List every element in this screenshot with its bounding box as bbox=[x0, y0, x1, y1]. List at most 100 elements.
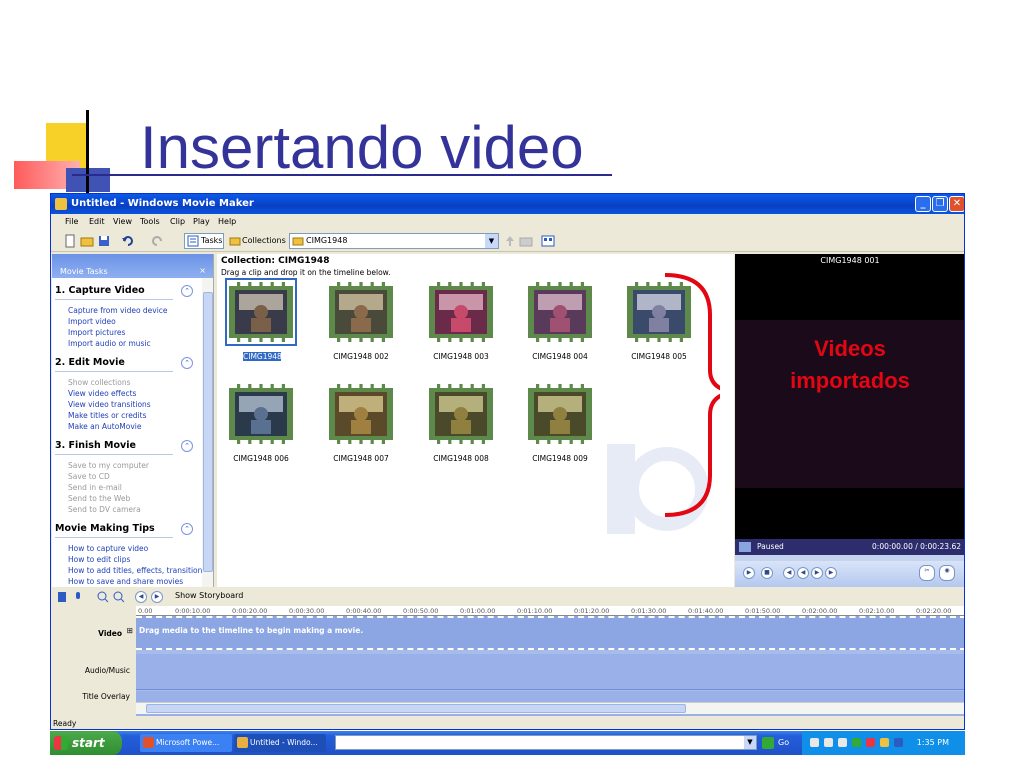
maximize-button[interactable]: ❐ bbox=[932, 196, 948, 212]
bluetooth-icon[interactable] bbox=[894, 738, 903, 747]
menu-view[interactable]: View bbox=[113, 217, 132, 226]
link-how-edit[interactable]: How to edit clips bbox=[68, 555, 130, 564]
tasks-scrollbar[interactable] bbox=[202, 278, 213, 587]
show-storyboard-button[interactable]: Show Storyboard bbox=[175, 591, 243, 600]
menu-file[interactable]: File bbox=[65, 217, 78, 226]
link-make-titles[interactable]: Make titles or credits bbox=[68, 411, 147, 420]
clip-thumbnail[interactable] bbox=[528, 282, 592, 342]
clip-label[interactable]: CIMG1948 007 bbox=[316, 454, 406, 463]
rewind-icon[interactable]: ◀ bbox=[797, 567, 809, 579]
timeline-tracks[interactable]: Drag media to the timeline to begin maki… bbox=[136, 616, 964, 716]
clip-thumbnail[interactable] bbox=[329, 282, 393, 342]
scrollbar-thumb[interactable] bbox=[146, 704, 686, 713]
tray-app-icon[interactable] bbox=[866, 738, 875, 747]
link-import-audio[interactable]: Import audio or music bbox=[68, 339, 151, 348]
collection-select[interactable]: CIMG1948 ▼ bbox=[289, 233, 499, 249]
red-brace-annotation bbox=[664, 273, 720, 517]
go-button[interactable]: Go bbox=[762, 735, 794, 751]
open-folder-icon[interactable] bbox=[80, 234, 94, 248]
menu-play[interactable]: Play bbox=[193, 217, 210, 226]
zoom-out-icon[interactable] bbox=[113, 591, 125, 603]
clip-label[interactable]: CIMG1948 004 bbox=[515, 352, 605, 361]
close-button[interactable]: ✕ bbox=[949, 196, 964, 212]
timeline-scrollbar[interactable] bbox=[136, 702, 964, 714]
clip-thumbnail[interactable] bbox=[528, 384, 592, 444]
menu-clip[interactable]: Clip bbox=[170, 217, 185, 226]
split-clip-icon[interactable]: ✂ bbox=[919, 565, 935, 581]
chevron-down-icon[interactable]: ▼ bbox=[485, 234, 498, 248]
start-button[interactable]: start bbox=[50, 731, 122, 755]
link-view-video-transitions[interactable]: View video transitions bbox=[68, 400, 151, 409]
previous-frame-icon[interactable]: ◀ bbox=[783, 567, 795, 579]
next-frame-icon[interactable]: ▶ bbox=[825, 567, 837, 579]
link-import-video[interactable]: Import video bbox=[68, 317, 116, 326]
up-folder-icon[interactable] bbox=[503, 234, 517, 248]
rewind-timeline-icon[interactable]: ◀ bbox=[135, 591, 147, 603]
clip-label[interactable]: CIMG1948 003 bbox=[416, 352, 506, 361]
help-icon[interactable] bbox=[810, 738, 819, 747]
back-arrow-icon[interactable] bbox=[838, 738, 847, 747]
clip-label[interactable]: CIMG1948 008 bbox=[416, 454, 506, 463]
clip-thumbnail[interactable] bbox=[429, 384, 493, 444]
stop-icon[interactable]: ■ bbox=[761, 567, 773, 579]
taskbar-item-powerpoint[interactable]: Microsoft Powe... bbox=[140, 734, 232, 752]
window-titlebar[interactable]: Untitled - Windows Movie Maker _ ❐ ✕ bbox=[51, 194, 964, 214]
narrate-microphone-icon[interactable] bbox=[73, 591, 83, 603]
clip-thumbnail[interactable] bbox=[429, 282, 493, 342]
video-track[interactable]: Drag media to the timeline to begin maki… bbox=[136, 616, 964, 650]
menu-tools[interactable]: Tools bbox=[140, 217, 160, 226]
tray-app-icon[interactable] bbox=[852, 738, 861, 747]
new-folder-icon[interactable] bbox=[519, 234, 533, 248]
section-edit-movie[interactable]: 2. Edit Movie bbox=[55, 357, 125, 368]
fast-forward-icon[interactable]: ▶ bbox=[811, 567, 823, 579]
zoom-in-icon[interactable] bbox=[97, 591, 109, 603]
section-capture-video[interactable]: 1. Capture Video bbox=[55, 285, 145, 296]
menu-help[interactable]: Help bbox=[218, 217, 236, 226]
clip-thumbnail[interactable] bbox=[229, 384, 293, 444]
address-bar[interactable]: ▼ bbox=[335, 735, 757, 750]
views-icon[interactable] bbox=[541, 234, 555, 248]
storyboard-icon[interactable] bbox=[57, 591, 67, 603]
collapse-icon[interactable]: ⌃ bbox=[181, 357, 193, 369]
collapse-icon[interactable]: ⌃ bbox=[181, 523, 193, 535]
new-file-icon[interactable] bbox=[63, 234, 77, 248]
link-how-add-titles[interactable]: How to add titles, effects, transitions bbox=[68, 566, 206, 575]
collapse-icon[interactable]: ⌃ bbox=[181, 440, 193, 452]
link-how-save-share[interactable]: How to save and share movies bbox=[68, 577, 183, 586]
play-timeline-icon[interactable]: ▶ bbox=[151, 591, 163, 603]
expand-track-icon[interactable]: ⊞ bbox=[127, 626, 133, 635]
redo-icon[interactable] bbox=[150, 234, 164, 248]
clip-label[interactable]: CIMG1948 bbox=[243, 352, 282, 361]
collapse-icon[interactable]: ⌃ bbox=[181, 285, 193, 297]
audio-track[interactable] bbox=[136, 654, 964, 690]
chevron-down-icon[interactable]: ▼ bbox=[744, 736, 756, 749]
clip-thumbnail[interactable] bbox=[329, 384, 393, 444]
link-how-capture[interactable]: How to capture video bbox=[68, 544, 148, 553]
menu-edit[interactable]: Edit bbox=[89, 217, 105, 226]
minimize-button[interactable]: _ bbox=[915, 196, 931, 212]
timeline-ruler[interactable]: 0.00 0:00:10.00 0:00:20.00 0:00:30.00 0:00:4… bbox=[136, 606, 964, 616]
annotation-line-1: Videos bbox=[814, 336, 886, 361]
clip-thumbnail[interactable] bbox=[225, 278, 297, 346]
clip-label[interactable]: CIMG1948 002 bbox=[316, 352, 406, 361]
link-make-automovie[interactable]: Make an AutoMovie bbox=[68, 422, 141, 431]
scrollbar-thumb[interactable] bbox=[203, 292, 213, 572]
network-icon[interactable] bbox=[824, 738, 833, 747]
taskbar-item-movie-maker[interactable]: Untitled - Windo... bbox=[234, 734, 326, 752]
tasks-button[interactable]: Tasks bbox=[184, 233, 224, 249]
section-movie-tips[interactable]: Movie Making Tips bbox=[55, 523, 155, 534]
collections-button[interactable]: Collections bbox=[227, 233, 286, 249]
clip-label[interactable]: CIMG1948 009 bbox=[515, 454, 605, 463]
section-finish-movie[interactable]: 3. Finish Movie bbox=[55, 440, 136, 451]
link-import-pictures[interactable]: Import pictures bbox=[68, 328, 125, 337]
undo-icon[interactable] bbox=[121, 234, 135, 248]
tray-app-icon[interactable] bbox=[880, 738, 889, 747]
clip-label[interactable]: CIMG1948 006 bbox=[217, 454, 306, 463]
link-view-video-effects[interactable]: View video effects bbox=[68, 389, 136, 398]
snapshot-icon[interactable]: ◉ bbox=[939, 565, 955, 581]
link-capture-from-device[interactable]: Capture from video device bbox=[68, 306, 168, 315]
ruler-tick-label: 0:02:10.00 bbox=[859, 607, 895, 615]
save-icon[interactable] bbox=[97, 234, 111, 248]
play-icon[interactable]: ▶ bbox=[743, 567, 755, 579]
close-pane-icon[interactable]: × bbox=[199, 266, 206, 275]
